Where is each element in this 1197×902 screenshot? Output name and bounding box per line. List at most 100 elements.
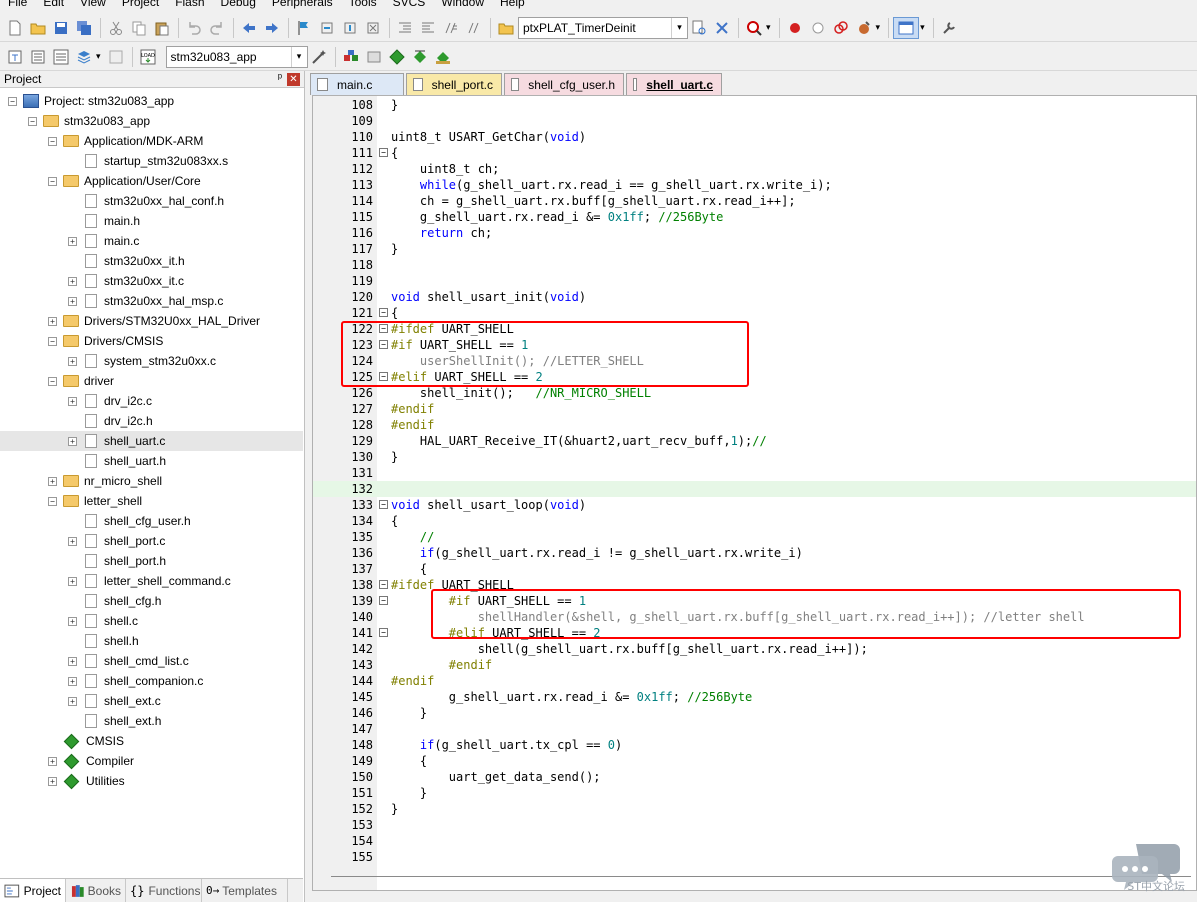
code-line[interactable]: 149 { [313,753,1196,769]
tree-file[interactable]: + shell_companion.c [0,671,303,691]
code-line[interactable]: 154 [313,833,1196,849]
expand-icon[interactable]: + [68,696,77,706]
code-line[interactable]: 114 ch = g_shell_uart.rx.buff[g_shell_ua… [313,193,1196,209]
uncomment-button[interactable] [463,17,485,39]
code-line[interactable]: 127 #endif [313,401,1196,417]
code-line[interactable]: 121−{ [313,305,1196,321]
paste-button[interactable] [151,17,173,39]
code-line[interactable]: 150 uart_get_data_send(); [313,769,1196,785]
new-file-button[interactable] [4,17,26,39]
collapse-icon[interactable]: − [8,96,17,106]
expand-icon[interactable]: + [68,436,77,446]
expand-icon[interactable]: + [68,276,77,286]
tree-folder[interactable]: + nr_micro_shell [0,471,303,491]
tab-shell-uart-c[interactable]: shell_uart.c [626,73,722,95]
manage-project-items-button[interactable] [340,46,362,68]
code-line[interactable]: 112 uint8_t ch; [313,161,1196,177]
fold-toggle-icon[interactable]: − [379,500,388,509]
fold-toggle-icon[interactable]: − [379,308,388,317]
navigate-forward-button[interactable] [261,17,283,39]
code-line[interactable]: 133− void shell_usart_loop(void) [313,497,1196,513]
code-line[interactable]: 108} [313,97,1196,113]
tab-shell-cfg-user-h[interactable]: shell_cfg_user.h [504,73,624,95]
download-button[interactable]: LOAD [137,46,159,68]
code-line[interactable]: 113 while(g_shell_uart.rx.read_i == g_sh… [313,177,1196,193]
code-editor[interactable]: 108} 109 110 uint8_t USART_GetChar(void) 111… [312,95,1197,891]
expand-icon[interactable]: + [68,676,77,686]
code-line[interactable]: 136 if(g_shell_uart.rx.read_i != g_shell… [313,545,1196,561]
close-icon[interactable]: ✕ [287,73,300,86]
code-line[interactable]: 119 [313,273,1196,289]
tree-folder[interactable]: − letter_shell [0,491,303,511]
expand-icon[interactable]: + [68,656,77,666]
code-line[interactable]: 126 shell_init(); //NR_MICRO_SHELL [313,385,1196,401]
find-in-files-button[interactable] [495,17,517,39]
code-line[interactable]: 142 shell(g_shell_uart.rx.buff[g_shell_u… [313,641,1196,657]
code-line[interactable]: 134 { [313,513,1196,529]
chevron-down-icon[interactable]: ▾ [766,23,771,33]
fold-toggle-icon[interactable]: − [379,596,388,605]
fold-toggle-icon[interactable]: − [379,148,388,157]
collapse-icon[interactable]: − [48,496,57,506]
redo-button[interactable] [206,17,228,39]
code-line[interactable]: 117} [313,241,1196,257]
code-line[interactable]: 143 #endif [313,657,1196,673]
menu-tools[interactable]: Tools [341,0,385,10]
save-all-button[interactable] [73,17,95,39]
menu-edit[interactable]: Edit [35,0,72,10]
unindent-button[interactable] [417,17,439,39]
chevron-down-icon[interactable]: ▾ [96,52,101,62]
tree-file[interactable]: shell.h [0,631,303,651]
tree-file[interactable]: drv_i2c.h [0,411,303,431]
function-combo[interactable]: ptxPLAT_TimerDeinit ▾ [518,16,688,39]
navigate-back-button[interactable] [238,17,260,39]
tree-file[interactable]: stm32u0xx_hal_conf.h [0,191,303,211]
insert-bookmark-button[interactable] [293,17,315,39]
menu-window[interactable]: Window [433,0,492,10]
tree-node[interactable]: + Utilities [0,771,303,791]
tree-file[interactable]: + shell.c [0,611,303,631]
code-line[interactable]: 144 #endif [313,673,1196,689]
breakpoint-button[interactable] [784,17,806,39]
chevron-down-icon[interactable]: ▾ [920,23,925,33]
code-line[interactable]: 132 [313,481,1196,497]
window-layout-button[interactable] [893,16,920,39]
select-software-packs-button[interactable] [409,46,431,68]
tree-file[interactable]: + main.c [0,231,303,251]
tree-file[interactable]: + stm32u0xx_it.c [0,271,303,291]
batch-build-button[interactable] [73,46,95,68]
translate-button[interactable] [4,46,26,68]
expand-icon[interactable]: + [68,536,77,546]
disable-breakpoint-button[interactable] [807,17,829,39]
tab-main-c[interactable]: main.c [310,73,404,95]
menu-view[interactable]: View [72,0,114,10]
code-line[interactable]: 151 } [313,785,1196,801]
clear-bookmarks-button[interactable] [362,17,384,39]
tree-node[interactable]: + Compiler [0,751,303,771]
pin-icon[interactable]: ᵖ [278,72,282,84]
prev-bookmark-button[interactable] [316,17,338,39]
tree-node[interactable]: CMSIS [0,731,303,751]
undo-button[interactable] [183,17,205,39]
tab-functions[interactable]: {} Functions [126,879,202,902]
menu-debug[interactable]: Debug [213,0,264,10]
code-line[interactable]: 145 g_shell_uart.rx.read_i &= 0x1ff; //2… [313,689,1196,705]
tree-file[interactable]: startup_stm32u083xx.s [0,151,303,171]
horizontal-scrollbar[interactable] [331,876,1191,877]
tree-file[interactable]: + stm32u0xx_hal_msp.c [0,291,303,311]
tree-folder[interactable]: − Application/MDK-ARM [0,131,303,151]
kill-breakpoints-button[interactable] [830,17,852,39]
tools-button[interactable] [938,17,960,39]
code-line[interactable]: 153 [313,817,1196,833]
incremental-find-button[interactable] [711,17,733,39]
target-options-button[interactable] [308,46,330,68]
tree-file[interactable]: + shell_uart.c [0,431,303,451]
tab-shell-port-c[interactable]: shell_port.c [406,73,502,95]
expand-icon[interactable]: + [68,356,77,366]
expand-icon[interactable]: + [68,396,77,406]
tree-folder[interactable]: − driver [0,371,303,391]
code-line[interactable]: 129 HAL_UART_Receive_IT(&huart2,uart_rec… [313,433,1196,449]
code-line[interactable]: 147 [313,721,1196,737]
comment-button[interactable] [440,17,462,39]
menu-svcs[interactable]: SVCS [385,0,434,10]
